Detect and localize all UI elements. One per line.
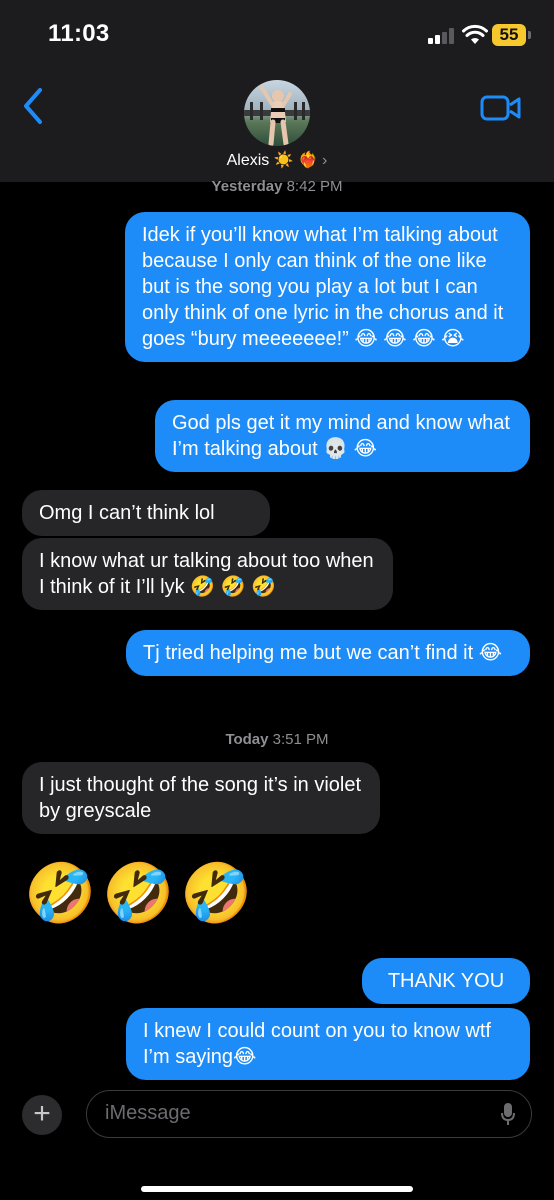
microphone-icon[interactable]: [501, 1102, 515, 1126]
conversation-header: Alexis ☀️ ❤️‍🔥 ›: [0, 70, 554, 182]
message-sent[interactable]: I knew I could count on you to know wtf …: [126, 1008, 530, 1080]
timestamp-time: 8:42 PM: [286, 178, 343, 195]
timestamp-today: Today 3:51 PM: [0, 731, 554, 748]
message-sent[interactable]: God pls get it my mind and know what I’m…: [155, 400, 530, 472]
status-bar: 11:03 55: [0, 0, 554, 70]
wifi-icon: [462, 24, 488, 44]
message-input-placeholder: iMessage: [105, 1102, 191, 1124]
message-emoji-only[interactable]: 🤣🤣🤣: [24, 862, 259, 926]
battery-indicator: 55: [492, 24, 526, 46]
add-attachment-button[interactable]: +: [22, 1095, 62, 1135]
home-indicator: [141, 1186, 413, 1192]
message-received[interactable]: I just thought of the song it’s in viole…: [22, 762, 380, 834]
cellular-signal-icon: [428, 28, 458, 44]
contact-name: Alexis ☀️ ❤️‍🔥: [226, 152, 319, 169]
contact-name-row[interactable]: Alexis ☀️ ❤️‍🔥 ›: [0, 150, 554, 170]
chevron-right-icon: ›: [322, 152, 328, 169]
message-sent[interactable]: THANK YOU: [362, 958, 530, 1004]
status-time: 11:03: [48, 20, 110, 47]
timestamp-day: Yesterday: [211, 178, 283, 195]
video-camera-icon[interactable]: [480, 94, 522, 122]
timestamp-yesterday: Yesterday 8:42 PM: [0, 178, 554, 195]
message-input[interactable]: iMessage: [86, 1090, 532, 1138]
battery-tip: [528, 31, 531, 39]
message-sent[interactable]: Tj tried helping me but we can’t find it…: [126, 630, 530, 676]
avatar[interactable]: [244, 80, 310, 146]
timestamp-day: Today: [225, 731, 269, 748]
timestamp-time: 3:51 PM: [272, 731, 329, 748]
message-received[interactable]: I know what ur talking about too when I …: [22, 538, 393, 610]
chevron-left-icon[interactable]: [18, 86, 48, 126]
message-sent[interactable]: Idek if you’ll know what I’m talking abo…: [125, 212, 530, 362]
message-received[interactable]: Omg I can’t think lol: [22, 490, 270, 536]
